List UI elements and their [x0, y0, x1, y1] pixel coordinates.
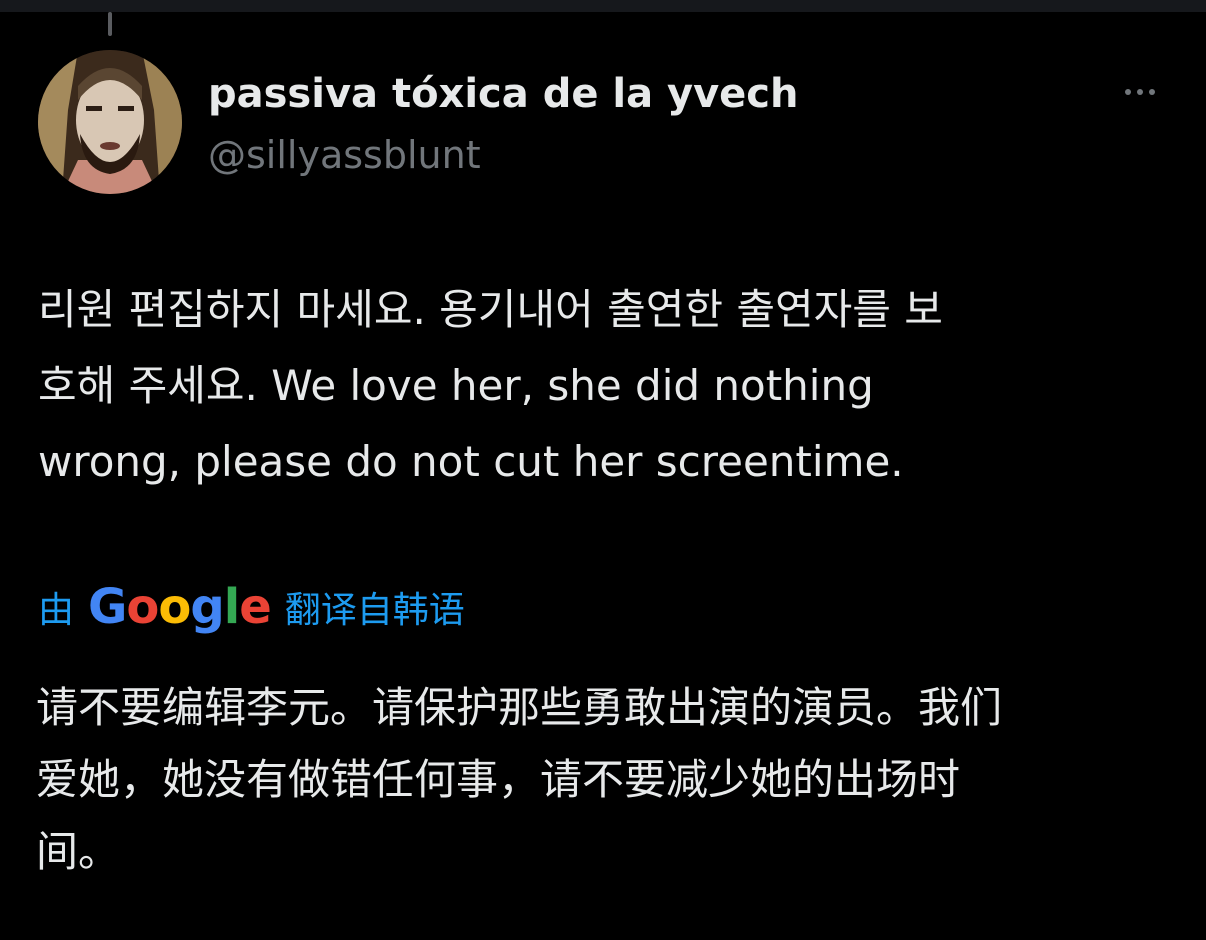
user-avatar[interactable]: [38, 50, 182, 194]
google-logo-letter: e: [239, 579, 272, 635]
more-horizontal-icon: [1137, 89, 1143, 95]
google-logo-letter: G: [88, 579, 127, 635]
more-horizontal-icon: [1125, 89, 1131, 95]
google-logo-letter: o: [126, 579, 159, 635]
more-horizontal-icon: [1149, 89, 1155, 95]
tweet-text-line: 호해 주세요. We love her, she did nothing: [38, 361, 874, 410]
translated-text-line: 间。: [36, 827, 121, 876]
author-handle[interactable]: @sillyassblunt: [208, 128, 481, 182]
translation-source-language: 翻译自韩语: [284, 590, 465, 631]
translated-tweet-body: 请不要编辑李元。请保护那些勇敢出演的演员。我们 爱她，她没有做错任何事，请不要减…: [36, 672, 1176, 888]
more-options-button[interactable]: [1112, 76, 1168, 108]
google-logo-letter: o: [158, 579, 191, 635]
translated-text-line: 爱她，她没有做错任何事，请不要减少她的出场时: [36, 755, 961, 804]
author-display-name[interactable]: passiva tóxica de la yvech: [208, 66, 798, 122]
google-logo-letter: g: [190, 579, 224, 635]
status-strip: [0, 0, 1206, 12]
tweet-text-line: 리원 편집하지 마세요. 용기내어 출연한 출연자를 보: [38, 285, 943, 334]
google-logo-letter: l: [223, 579, 240, 635]
google-logo: Google: [88, 579, 272, 635]
translation-prefix: 由: [38, 590, 75, 631]
translated-text-line: 请不要编辑李元。请保护那些勇敢出演的演员。我们: [36, 683, 1003, 732]
tweet-body: 리원 편집하지 마세요. 용기내어 출연한 출연자를 보 호해 주세요. We …: [38, 272, 1168, 500]
translation-attribution[interactable]: 由 Google 翻译自韩语: [38, 572, 465, 642]
status-indicator: [108, 12, 112, 36]
avatar-image: [38, 50, 182, 194]
tweet-text-line: wrong, please do not cut her screentime.: [38, 437, 904, 486]
